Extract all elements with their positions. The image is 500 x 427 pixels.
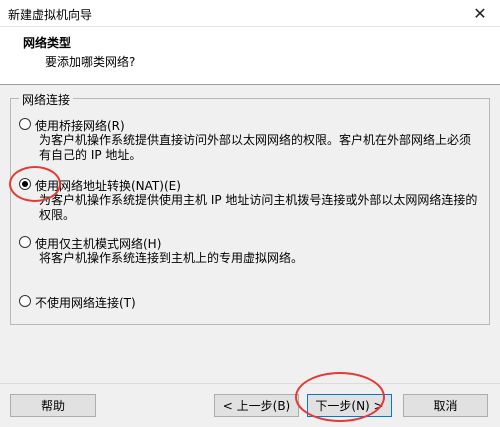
window-title: 新建虚拟机向导 [8, 8, 93, 22]
page-title: 网络类型 [23, 36, 72, 50]
help-button[interactable]: 帮助 [10, 394, 96, 417]
nat-description: 为客户机操作系统提供使用主机 IP 地址访问主机拨号连接或外部以太网网络连接的权… [39, 193, 478, 222]
radio-bridged-indicator[interactable] [19, 118, 31, 130]
bridged-description: 为客户机操作系统提供直接访问外部以太网网络的权限。客户机在外部网络上必须有自己的… [39, 133, 472, 162]
page-subtitle: 要添加哪类网络? [45, 55, 136, 69]
close-icon[interactable]: ✕ [460, 0, 500, 26]
wizard-header: 网络类型 要添加哪类网络? [0, 27, 500, 85]
next-button[interactable]: 下一步(N) > [307, 394, 392, 417]
radio-no-network-label[interactable]: 不使用网络连接(T) [35, 294, 136, 311]
network-connection-group: 网络连接 使用桥接网络(R) 为客户机操作系统提供直接访问外部以太网网络的权限。… [10, 91, 490, 325]
cancel-button[interactable]: 取消 [403, 394, 488, 417]
radio-host-only-label[interactable]: 使用仅主机模式网络(H) [35, 235, 161, 252]
back-button[interactable]: < 上一步(B) [214, 394, 299, 417]
radio-no-network-indicator[interactable] [19, 295, 31, 307]
radio-bridged-label[interactable]: 使用桥接网络(R) [35, 117, 125, 134]
group-legend: 网络连接 [19, 91, 74, 108]
radio-nat-indicator[interactable] [19, 178, 31, 190]
divider [0, 383, 500, 384]
title-bar: 新建虚拟机向导 ✕ [0, 0, 500, 27]
host-only-description: 将客户机操作系统连接到主机上的专用虚拟网络。 [39, 251, 304, 265]
radio-host-only-indicator[interactable] [19, 236, 31, 248]
radio-nat-label[interactable]: 使用网络地址转换(NAT)(E) [35, 177, 181, 194]
